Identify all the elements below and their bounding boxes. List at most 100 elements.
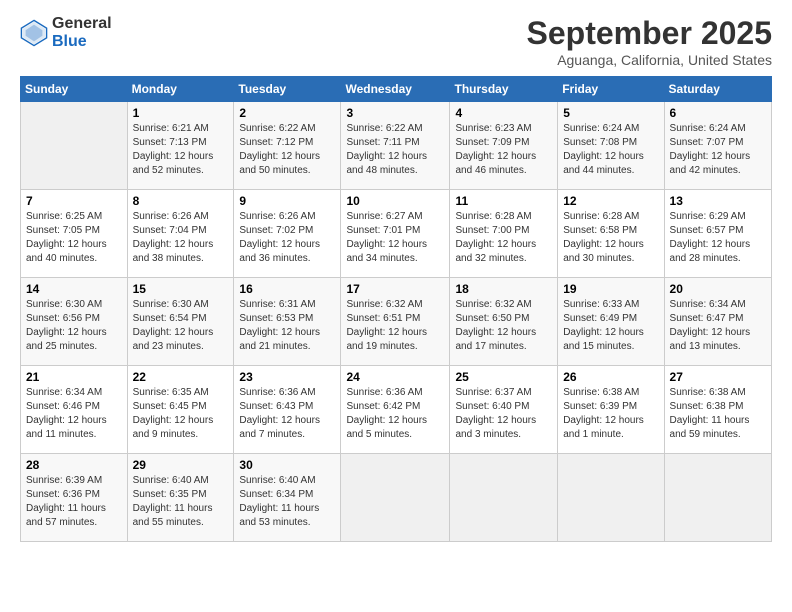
day-info: Sunrise: 6:24 AM Sunset: 7:07 PM Dayligh… <box>670 122 766 178</box>
day-number: 6 <box>670 106 766 120</box>
calendar-cell: 30 Sunrise: 6:40 AM Sunset: 6:34 PM Dayli… <box>234 454 341 542</box>
day-number: 27 <box>670 370 766 384</box>
col-tuesday: Tuesday <box>234 77 341 102</box>
calendar-cell: 1Sunrise: 6:21 AM Sunset: 7:13 PM Daylig… <box>127 102 234 190</box>
day-number: 1 <box>133 106 229 120</box>
main-title: September 2025 <box>527 15 772 52</box>
calendar-cell: 21Sunrise: 6:34 AM Sunset: 6:46 PM Dayli… <box>21 366 128 454</box>
calendar-cell <box>664 454 771 542</box>
calendar-cell: 24Sunrise: 6:36 AM Sunset: 6:42 PM Dayli… <box>341 366 450 454</box>
day-info: Sunrise: 6:34 AM Sunset: 6:47 PM Dayligh… <box>670 298 766 354</box>
col-saturday: Saturday <box>664 77 771 102</box>
day-number: 17 <box>346 282 444 296</box>
day-info: Sunrise: 6:22 AM Sunset: 7:11 PM Dayligh… <box>346 122 444 178</box>
calendar-cell: 9Sunrise: 6:26 AM Sunset: 7:02 PM Daylig… <box>234 190 341 278</box>
calendar-cell: 14 Sunrise: 6:30 AM Sunset: 6:56 PM Dayli… <box>21 278 128 366</box>
day-info: Sunrise: 6:35 AM Sunset: 6:45 PM Dayligh… <box>133 386 229 442</box>
day-info: Sunrise: 6:30 AM Sunset: 6:54 PM Dayligh… <box>133 298 229 354</box>
calendar-cell <box>450 454 558 542</box>
day-number: 19 <box>563 282 658 296</box>
week-row-3: 14 Sunrise: 6:30 AM Sunset: 6:56 PM Dayli… <box>21 278 772 366</box>
calendar-cell <box>558 454 664 542</box>
day-number: 20 <box>670 282 766 296</box>
day-number: 8 <box>133 194 229 208</box>
day-number: 4 <box>455 106 552 120</box>
col-wednesday: Wednesday <box>341 77 450 102</box>
day-info: Sunrise: 6:33 AM Sunset: 6:49 PM Dayligh… <box>563 298 658 354</box>
calendar-cell: 26Sunrise: 6:38 AM Sunset: 6:39 PM Dayli… <box>558 366 664 454</box>
day-info: Sunrise: 6:38 AM Sunset: 6:39 PM Dayligh… <box>563 386 658 442</box>
calendar-cell: 3 Sunrise: 6:22 AM Sunset: 7:11 PM Daylig… <box>341 102 450 190</box>
calendar-cell: 11Sunrise: 6:28 AM Sunset: 7:00 PM Dayli… <box>450 190 558 278</box>
page: General Blue September 2025 Aguanga, Cal… <box>0 0 792 612</box>
day-number: 13 <box>670 194 766 208</box>
title-block: September 2025 Aguanga, California, Unit… <box>527 15 772 68</box>
day-info: Sunrise: 6:26 AM Sunset: 7:04 PM Dayligh… <box>133 210 229 266</box>
calendar-cell <box>341 454 450 542</box>
day-info: Sunrise: 6:30 AM Sunset: 6:56 PM Dayligh… <box>26 298 122 354</box>
day-number: 25 <box>455 370 552 384</box>
calendar-cell: 8 Sunrise: 6:26 AM Sunset: 7:04 PM Daylig… <box>127 190 234 278</box>
day-info: Sunrise: 6:28 AM Sunset: 6:58 PM Dayligh… <box>563 210 658 266</box>
week-row-4: 21Sunrise: 6:34 AM Sunset: 6:46 PM Dayli… <box>21 366 772 454</box>
calendar-cell: 23 Sunrise: 6:36 AM Sunset: 6:43 PM Dayli… <box>234 366 341 454</box>
calendar-cell: 4 Sunrise: 6:23 AM Sunset: 7:09 PM Daylig… <box>450 102 558 190</box>
day-number: 23 <box>239 370 335 384</box>
day-info: Sunrise: 6:29 AM Sunset: 6:57 PM Dayligh… <box>670 210 766 266</box>
calendar-table: Sunday Monday Tuesday Wednesday Thursday… <box>20 76 772 542</box>
day-info: Sunrise: 6:26 AM Sunset: 7:02 PM Dayligh… <box>239 210 335 266</box>
col-monday: Monday <box>127 77 234 102</box>
day-info: Sunrise: 6:32 AM Sunset: 6:51 PM Dayligh… <box>346 298 444 354</box>
calendar-cell: 25 Sunrise: 6:37 AM Sunset: 6:40 PM Dayli… <box>450 366 558 454</box>
calendar-cell <box>21 102 128 190</box>
header: General Blue September 2025 Aguanga, Cal… <box>20 15 772 68</box>
calendar-cell: 19 Sunrise: 6:33 AM Sunset: 6:49 PM Dayli… <box>558 278 664 366</box>
col-friday: Friday <box>558 77 664 102</box>
day-info: Sunrise: 6:38 AM Sunset: 6:38 PM Dayligh… <box>670 386 766 442</box>
subtitle: Aguanga, California, United States <box>527 52 772 68</box>
calendar-cell: 7 Sunrise: 6:25 AM Sunset: 7:05 PM Daylig… <box>21 190 128 278</box>
calendar-cell: 17 Sunrise: 6:32 AM Sunset: 6:51 PM Dayli… <box>341 278 450 366</box>
calendar-cell: 10Sunrise: 6:27 AM Sunset: 7:01 PM Dayli… <box>341 190 450 278</box>
day-number: 29 <box>133 458 229 472</box>
day-info: Sunrise: 6:32 AM Sunset: 6:50 PM Dayligh… <box>455 298 552 354</box>
day-info: Sunrise: 6:34 AM Sunset: 6:46 PM Dayligh… <box>26 386 122 442</box>
calendar-cell: 18 Sunrise: 6:32 AM Sunset: 6:50 PM Dayli… <box>450 278 558 366</box>
day-info: Sunrise: 6:40 AM Sunset: 6:34 PM Dayligh… <box>239 474 335 530</box>
day-number: 5 <box>563 106 658 120</box>
day-number: 14 <box>26 282 122 296</box>
day-number: 22 <box>133 370 229 384</box>
day-info: Sunrise: 6:36 AM Sunset: 6:43 PM Dayligh… <box>239 386 335 442</box>
day-info: Sunrise: 6:25 AM Sunset: 7:05 PM Dayligh… <box>26 210 122 266</box>
day-number: 7 <box>26 194 122 208</box>
calendar-cell: 22 Sunrise: 6:35 AM Sunset: 6:45 PM Dayli… <box>127 366 234 454</box>
calendar-cell: 16Sunrise: 6:31 AM Sunset: 6:53 PM Dayli… <box>234 278 341 366</box>
calendar-cell: 12 Sunrise: 6:28 AM Sunset: 6:58 PM Dayli… <box>558 190 664 278</box>
day-number: 18 <box>455 282 552 296</box>
day-number: 12 <box>563 194 658 208</box>
day-number: 28 <box>26 458 122 472</box>
day-info: Sunrise: 6:24 AM Sunset: 7:08 PM Dayligh… <box>563 122 658 178</box>
calendar-cell: 13 Sunrise: 6:29 AM Sunset: 6:57 PM Dayli… <box>664 190 771 278</box>
calendar-cell: 28Sunrise: 6:39 AM Sunset: 6:36 PM Dayli… <box>21 454 128 542</box>
day-number: 2 <box>239 106 335 120</box>
logo: General Blue <box>20 15 112 50</box>
day-number: 16 <box>239 282 335 296</box>
day-number: 30 <box>239 458 335 472</box>
calendar-cell: 5 Sunrise: 6:24 AM Sunset: 7:08 PM Daylig… <box>558 102 664 190</box>
logo-text: General Blue <box>52 15 112 50</box>
day-info: Sunrise: 6:37 AM Sunset: 6:40 PM Dayligh… <box>455 386 552 442</box>
col-sunday: Sunday <box>21 77 128 102</box>
calendar-cell: 2 Sunrise: 6:22 AM Sunset: 7:12 PM Daylig… <box>234 102 341 190</box>
day-info: Sunrise: 6:36 AM Sunset: 6:42 PM Dayligh… <box>346 386 444 442</box>
week-row-2: 7 Sunrise: 6:25 AM Sunset: 7:05 PM Daylig… <box>21 190 772 278</box>
col-thursday: Thursday <box>450 77 558 102</box>
week-row-1: 1Sunrise: 6:21 AM Sunset: 7:13 PM Daylig… <box>21 102 772 190</box>
day-number: 10 <box>346 194 444 208</box>
day-number: 11 <box>455 194 552 208</box>
calendar-cell: 20 Sunrise: 6:34 AM Sunset: 6:47 PM Dayli… <box>664 278 771 366</box>
day-info: Sunrise: 6:22 AM Sunset: 7:12 PM Dayligh… <box>239 122 335 178</box>
day-number: 3 <box>346 106 444 120</box>
day-number: 15 <box>133 282 229 296</box>
day-info: Sunrise: 6:23 AM Sunset: 7:09 PM Dayligh… <box>455 122 552 178</box>
